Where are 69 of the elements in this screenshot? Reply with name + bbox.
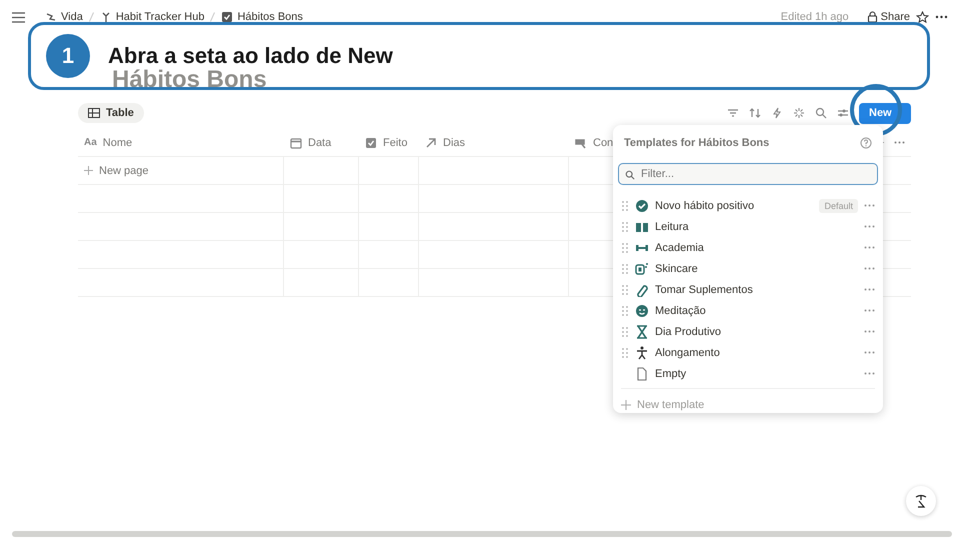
lightning-icon[interactable] xyxy=(771,107,783,119)
page-icon xyxy=(635,366,649,380)
drag-handle-icon[interactable] xyxy=(621,264,629,274)
new-button[interactable]: New xyxy=(859,102,911,124)
check-circle-icon xyxy=(635,198,649,212)
calendar-icon xyxy=(290,136,302,148)
person-icon xyxy=(635,346,649,360)
template-item[interactable]: Alongamento xyxy=(655,346,858,358)
breadcrumb-link[interactable]: Hábitos Bons xyxy=(237,11,303,23)
arrow-icon xyxy=(425,136,437,148)
search-icon[interactable] xyxy=(815,107,827,119)
hourglass-icon xyxy=(635,324,649,338)
sparkle-icon[interactable] xyxy=(793,107,805,119)
page-title: Hábitos Bons xyxy=(112,66,267,95)
help-button[interactable] xyxy=(906,486,936,516)
breadcrumb-link[interactable]: Habit Tracker Hub xyxy=(116,11,204,23)
text-icon: Aa xyxy=(84,137,97,148)
column-header[interactable]: Dias xyxy=(443,136,466,148)
column-header[interactable]: Nome xyxy=(102,136,132,148)
new-page-button[interactable]: New page xyxy=(99,164,149,176)
lock-icon xyxy=(866,11,878,23)
pointer-icon xyxy=(575,136,587,148)
filter-field[interactable]: Filter... xyxy=(618,163,878,185)
drag-handle-icon[interactable] xyxy=(621,200,629,210)
drag-handle-icon[interactable] xyxy=(621,326,629,336)
add-icon[interactable] xyxy=(84,166,93,175)
smiley-icon xyxy=(635,304,649,318)
template-item[interactable]: Tomar Suplementos xyxy=(655,284,858,296)
help-icon[interactable] xyxy=(860,137,872,149)
more-icon[interactable] xyxy=(935,15,948,19)
star-icon[interactable] xyxy=(916,10,929,24)
step-number: 1 xyxy=(46,34,90,78)
template-item[interactable]: Academia xyxy=(655,242,858,254)
breadcrumb-link[interactable]: Vida xyxy=(61,11,83,23)
column-header[interactable]: Con xyxy=(593,136,614,148)
table-view-tab[interactable]: Table xyxy=(78,103,144,123)
sprout-icon xyxy=(100,11,112,23)
menu-title: Templates for Hábitos Bons xyxy=(624,137,770,149)
default-badge: Default xyxy=(819,198,858,212)
column-header[interactable]: Feito xyxy=(383,136,408,148)
instruction-text: Abra a seta ao lado de New xyxy=(108,43,393,69)
separator-icon xyxy=(88,12,94,22)
filter-icon[interactable] xyxy=(727,107,739,119)
settings-icon[interactable] xyxy=(837,107,849,119)
jar-icon xyxy=(635,262,649,276)
column-header[interactable]: Data xyxy=(308,136,332,148)
checkbox-icon xyxy=(221,11,234,23)
drag-handle-icon[interactable] xyxy=(621,242,629,252)
template-item[interactable]: Dia Produtivo xyxy=(655,326,858,338)
scrollbar[interactable] xyxy=(12,531,952,537)
separator-icon xyxy=(210,12,216,22)
drag-handle-icon[interactable] xyxy=(621,284,629,294)
add-icon[interactable] xyxy=(621,400,631,410)
table-icon xyxy=(88,108,100,118)
drag-handle-icon[interactable] xyxy=(621,306,629,316)
pill-icon xyxy=(635,282,649,296)
template-item[interactable]: Novo hábito positivo xyxy=(655,200,814,212)
drag-handle-icon[interactable] xyxy=(621,222,629,232)
checkbox-icon xyxy=(365,136,377,148)
sort-icon[interactable] xyxy=(749,107,761,119)
template-item[interactable]: Empty xyxy=(655,368,858,380)
template-item[interactable]: Leitura xyxy=(655,220,858,232)
template-item[interactable]: Meditação xyxy=(655,304,858,316)
edited-time: Edited 1h ago xyxy=(780,11,849,23)
share-button[interactable]: Share xyxy=(866,11,910,23)
template-item[interactable]: Skincare xyxy=(655,262,858,274)
search-icon xyxy=(625,170,635,180)
drag-handle-icon[interactable] xyxy=(621,348,629,358)
menu-icon[interactable] xyxy=(12,12,25,22)
